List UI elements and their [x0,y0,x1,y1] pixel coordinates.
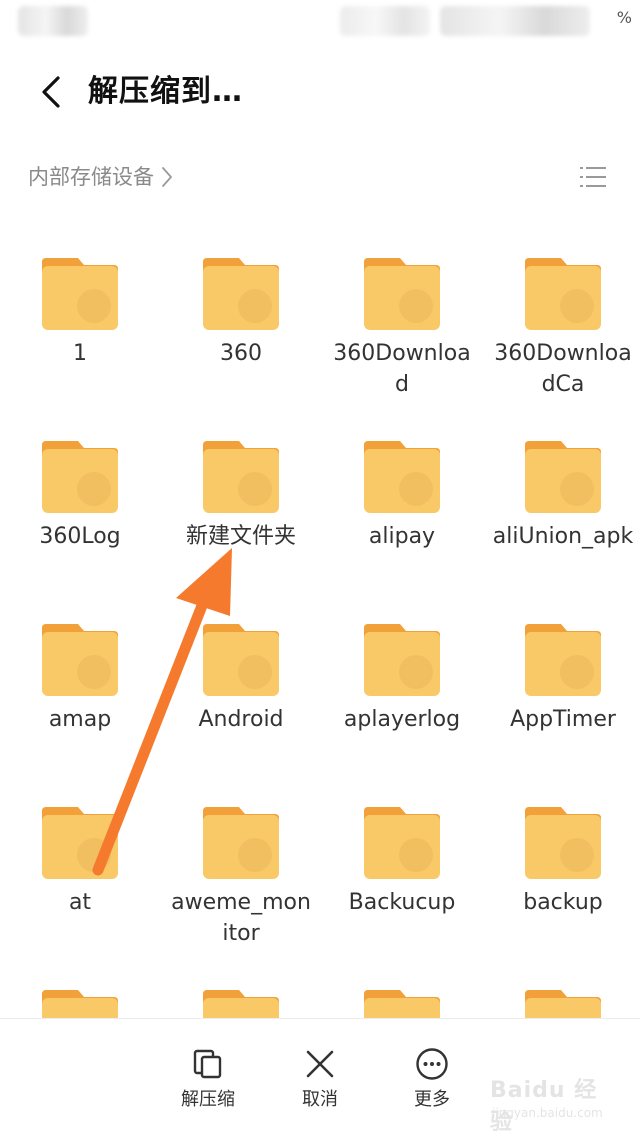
folder-icon [42,258,118,330]
folder-icon [203,258,279,330]
folder-item[interactable]: amap [0,616,160,796]
folder-name: 360 [220,341,262,366]
folder-icon [525,990,601,1020]
folder-item[interactable]: Android [161,616,321,796]
folder-icon [42,624,118,696]
page-title: 解压缩到… [88,74,243,109]
folder-item[interactable]: alipay [322,433,482,613]
folder-icon [364,624,440,696]
folder-name: 360DownloadCa [494,341,632,397]
folder-item[interactable]: 1 [0,250,160,430]
folder-name: AppTimer [510,707,616,732]
list-view-button[interactable] [578,162,608,192]
folder-item[interactable] [161,982,321,1020]
watermark-brand: Baidu 经验 [490,1078,598,1135]
folder-item[interactable]: 360 [161,250,321,430]
header: 解压缩到… [0,56,640,128]
folder-icon [364,258,440,330]
cancel-button[interactable]: 取消 [280,1039,360,1119]
folder-item[interactable] [322,982,482,1020]
back-button[interactable] [32,70,72,114]
folder-icon [203,624,279,696]
folder-grid: 1 360 360Download 360DownloadCa 360Log 新建文件夹 a… [0,250,640,1020]
folder-name: 360Log [39,524,121,549]
folder-name: aweme_monitor [171,890,311,946]
folder-name: 新建文件夹 [185,524,296,549]
folder-item[interactable]: Backucup [322,799,482,979]
close-icon [306,1050,334,1078]
folder-icon [203,441,279,513]
folder-name: aplayerlog [343,707,461,732]
folder-icon [203,807,279,879]
folder-item[interactable]: aplayerlog [322,616,482,796]
folder-icon [364,990,440,1020]
folder-icon [42,441,118,513]
folder-item[interactable]: aweme_monitor [161,799,321,979]
folder-name: backup [523,890,603,915]
list-view-icon [580,167,606,187]
folder-icon [525,807,601,879]
folder-icon [364,441,440,513]
chevron-left-icon [42,76,60,108]
folder-icon [525,624,601,696]
more-button[interactable]: 更多 [392,1039,472,1119]
folder-item[interactable]: at [0,799,160,979]
folder-icon [203,990,279,1020]
battery-text: % [616,8,632,27]
folder-name: 360Download [333,341,471,397]
folder-item[interactable]: 360Download [322,250,482,430]
folder-name: aliUnion_apk [492,524,634,549]
breadcrumb-label: 内部存储设备 [28,165,154,189]
folder-item[interactable]: aliUnion_apk [483,433,640,613]
folder-item[interactable]: 360DownloadCa [483,250,640,430]
folder-name: alipay [368,524,436,549]
folder-item[interactable]: backup [483,799,640,979]
folder-item[interactable]: AppTimer [483,616,640,796]
folder-icon [525,441,601,513]
watermark-sub: jingyan.baidu.com [492,1106,603,1120]
folder-name: 1 [73,341,87,366]
more-label: 更多 [414,1089,450,1110]
folder-name: Backucup [348,890,456,915]
folder-item[interactable]: 360Log [0,433,160,613]
extract-button[interactable]: 解压缩 [168,1039,248,1119]
watermark: Baidu 经验 jingyan.baidu.com [490,1070,610,1135]
folder-name: amap [48,707,112,732]
folder-name: at [68,890,92,915]
folder-icon [42,990,118,1020]
more-icon [416,1048,448,1080]
extract-label: 解压缩 [181,1089,235,1110]
status-blur-left [18,6,88,36]
folder-item[interactable] [0,982,160,1020]
extract-icon [193,1049,222,1079]
folder-name: Android [198,707,284,732]
folder-icon [42,807,118,879]
cancel-label: 取消 [302,1089,338,1110]
breadcrumb[interactable]: 内部存储设备 [28,160,174,194]
folder-icon [364,807,440,879]
folder-item[interactable] [483,982,640,1020]
status-bar: % [0,0,640,46]
status-blur-right [440,6,590,36]
status-blur-mid [340,6,430,36]
folder-icon [525,258,601,330]
chevron-right-icon [162,167,172,187]
folder-item[interactable]: 新建文件夹 [161,433,321,613]
breadcrumb-row: 内部存储设备 [0,152,640,202]
